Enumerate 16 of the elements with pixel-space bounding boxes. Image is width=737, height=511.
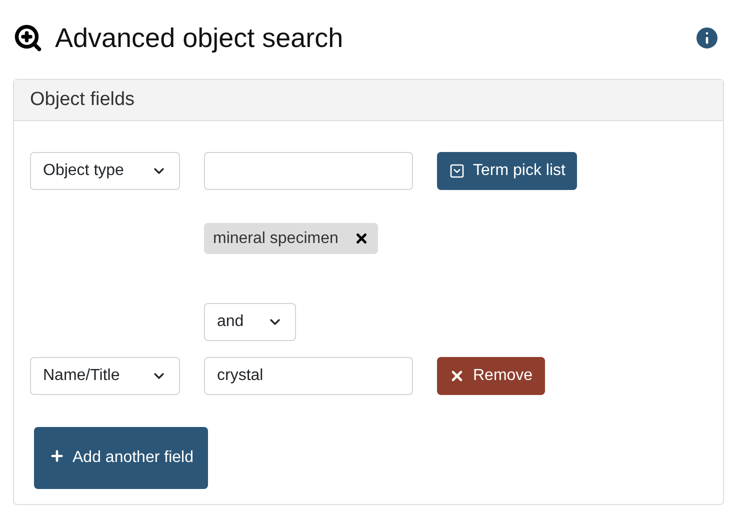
dropdown[interactable]: and <box>204 303 296 341</box>
dropdown[interactable]: Object type <box>30 152 180 190</box>
pick-list-button[interactable]: Term pick list <box>437 152 578 190</box>
term-label: mineral specimen <box>213 228 338 248</box>
page-title: Advanced object search <box>55 22 344 55</box>
value-field[interactable] <box>204 152 413 190</box>
remove-button[interactable]: Remove <box>437 357 545 395</box>
remove-term-icon[interactable] <box>354 231 370 246</box>
value-field[interactable]: crystal <box>204 357 413 395</box>
close-icon <box>449 368 465 384</box>
dropdown-icon <box>449 163 465 179</box>
add-field-button[interactable]: Add another field <box>34 427 208 489</box>
panel-title: Object fields <box>30 88 135 112</box>
dropdown[interactable]: Name/Title <box>30 357 180 395</box>
plus-icon <box>48 448 64 464</box>
zoom-in-icon <box>13 23 43 53</box>
